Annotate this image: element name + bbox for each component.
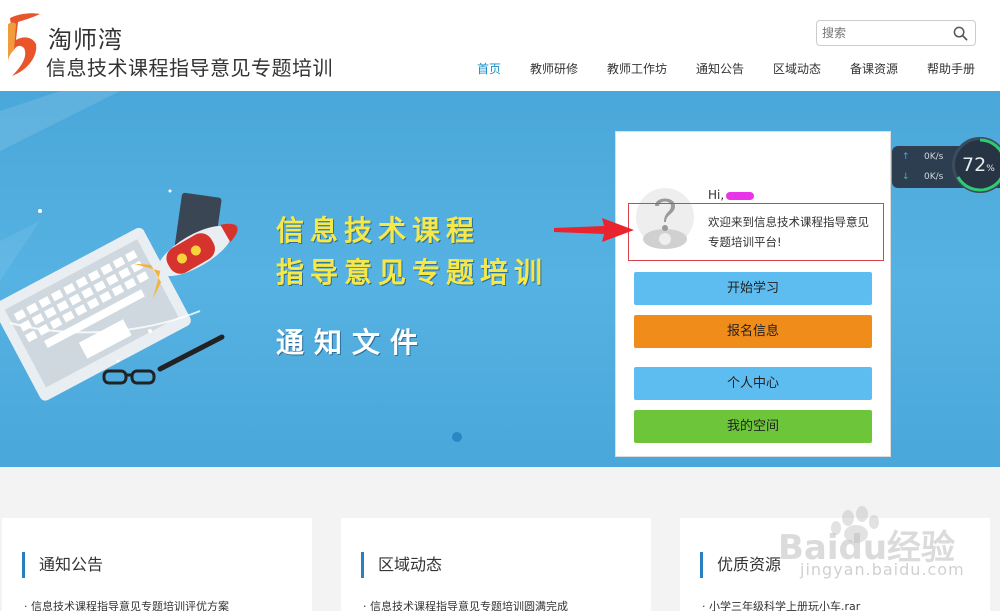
nav-regional-news[interactable]: 区域动态 xyxy=(773,60,821,77)
personal-center-button[interactable]: 个人中心 xyxy=(634,367,872,400)
site-subtitle: 信息技术课程指导意见专题培训 xyxy=(46,56,333,80)
nav-lesson-resources[interactable]: 备课资源 xyxy=(850,60,898,77)
list-item[interactable]: · 小学三年级科学上册玩小车.rar xyxy=(702,598,860,611)
nav-help-manual[interactable]: 帮助手册 xyxy=(927,60,975,77)
nav-teacher-workshop[interactable]: 教师工作坊 xyxy=(607,60,667,77)
user-panel: Hi, 欢迎来到信息技术课程指导意见专题培训平台! 开始学习 报名信息 个人中心… xyxy=(615,131,891,457)
taoshiwan-logo-icon[interactable] xyxy=(4,10,44,80)
annotation-box xyxy=(628,203,884,261)
signup-info-button[interactable]: 报名信息 xyxy=(634,315,872,348)
search-input[interactable] xyxy=(822,22,950,44)
gauge-percent: 72 xyxy=(962,154,987,176)
upload-speed-value: 0K/s xyxy=(924,152,944,162)
greeting: Hi, xyxy=(708,188,755,202)
watermark-url: jingyan.baidu.com xyxy=(800,560,965,579)
gauge-percent-unit: % xyxy=(986,164,995,174)
download-speed: ↓ 0K/s xyxy=(902,172,943,182)
nav-teacher-training[interactable]: 教师研修 xyxy=(530,60,578,77)
header: 淘师湾 信息技术课程指导意见专题培训 首页 教师研修 教师工作坊 通知公告 区域… xyxy=(0,0,1000,91)
card-title[interactable]: 区域动态 xyxy=(361,552,442,578)
upload-arrow-icon: ↑ xyxy=(902,152,910,162)
carousel-dot[interactable] xyxy=(452,432,462,442)
gauge-value: 72% xyxy=(962,154,995,176)
card-regional-news: 区域动态 · 信息技术课程指导意见专题培训圆满完成 xyxy=(341,518,651,611)
upload-speed: ↑ 0K/s xyxy=(902,152,943,162)
my-space-button[interactable]: 我的空间 xyxy=(634,410,872,443)
card-notices: 通知公告 · 信息技术课程指导意见专题培训评优方案 xyxy=(2,518,312,611)
list-item[interactable]: · 信息技术课程指导意见专题培训圆满完成 xyxy=(363,598,568,611)
card-title[interactable]: 优质资源 xyxy=(700,552,781,578)
brand-name[interactable]: 淘师湾 xyxy=(48,20,123,55)
list-item[interactable]: · 信息技术课程指导意见专题培训评优方案 xyxy=(24,598,229,611)
download-speed-value: 0K/s xyxy=(924,172,944,182)
card-title[interactable]: 通知公告 xyxy=(22,552,103,578)
search-icon[interactable] xyxy=(953,26,968,41)
greeting-text: Hi, xyxy=(708,188,725,202)
search-box[interactable] xyxy=(816,20,976,46)
banner-title-line2: 指导意见专题培训 xyxy=(276,256,549,289)
banner-title-line1: 信息技术课程 xyxy=(276,214,481,247)
red-arrow-icon xyxy=(554,218,634,242)
nav-notices[interactable]: 通知公告 xyxy=(696,60,744,77)
banner-notice-label: 通知文件 xyxy=(276,326,429,359)
username-mask xyxy=(726,191,755,200)
nav-home[interactable]: 首页 xyxy=(477,60,501,77)
download-arrow-icon: ↓ xyxy=(902,172,910,182)
start-learning-button[interactable]: 开始学习 xyxy=(634,272,872,305)
